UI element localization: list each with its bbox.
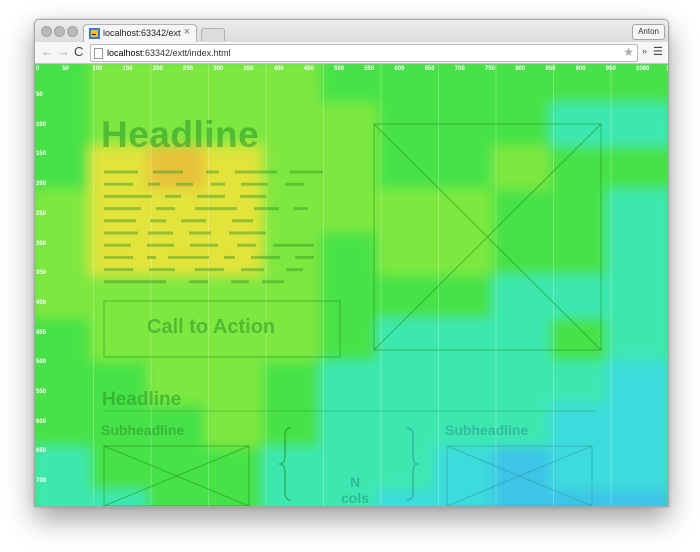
heatmap-cell: [607, 490, 668, 506]
x-tick-label: 700: [454, 66, 465, 72]
x-tick-label: 600: [394, 66, 405, 72]
x-tick-label: 0: [36, 66, 40, 72]
subheadline-right: Subheadline: [445, 422, 529, 438]
x-tick-label: 900: [575, 66, 586, 72]
heatmap-cell: [204, 490, 270, 506]
hero-headline: Headline: [101, 114, 260, 155]
forward-arrow-icon[interactable]: →: [57, 44, 70, 60]
zoom-window-button[interactable]: [67, 26, 78, 37]
tab-title: localhost:63342/extt/index: [103, 28, 181, 38]
new-tab-button[interactable]: [201, 28, 225, 41]
subheadline-left: Subheadline: [101, 422, 185, 438]
bookmark-star-icon[interactable]: ★: [623, 45, 634, 60]
page-viewport[interactable]: 0 50 100 150 200 250 300 350 400 450 500 550 600 650 7…: [35, 64, 668, 506]
y-tick-label: 700: [36, 478, 47, 485]
y-tick-label: 650: [36, 448, 47, 455]
url-text: localhost:63342/extt/index.html: [107, 46, 231, 60]
y-tick-label: 150: [36, 151, 47, 158]
x-tick-label: 350: [243, 66, 254, 72]
page-icon: [94, 48, 103, 59]
section-headline: Headline: [102, 389, 182, 410]
x-tick-label: 650: [424, 66, 435, 72]
x-tick-label: 50: [62, 66, 69, 72]
address-bar[interactable]: localhost:63342/extt/index.html ★: [90, 44, 638, 62]
x-tick-label: 400: [273, 66, 284, 72]
back-arrow-icon[interactable]: ←: [41, 44, 54, 60]
x-tick-label: 850: [545, 66, 556, 72]
menu-hamburger-icon[interactable]: ☰: [653, 45, 663, 58]
x-tick-label: 10: [666, 66, 668, 72]
minimize-window-button[interactable]: [54, 26, 65, 37]
heatmap-cell: [492, 490, 558, 506]
heatmap-cell: [35, 490, 98, 506]
y-tick-label: 200: [36, 181, 47, 188]
heatmap-cell: [147, 490, 213, 506]
y-tick-label: 350: [36, 270, 47, 277]
x-tick-label: 1000: [636, 66, 650, 72]
call-to-action-label[interactable]: Call to Action: [147, 316, 275, 339]
y-tick-label: 600: [36, 418, 47, 425]
heatmap-cell: [262, 490, 328, 506]
x-tick-label: 150: [122, 66, 133, 72]
n-cols-word: cols: [341, 490, 370, 506]
browser-toolbar: ← → C localhost:63342/extt/index.html ★ …: [35, 42, 668, 64]
y-tick-label: 100: [36, 121, 47, 128]
x-tick-label: 500: [334, 66, 345, 72]
x-tick-label: 800: [515, 66, 526, 72]
y-tick-label: 500: [36, 359, 47, 366]
title-bar: localhost:63342/extt/index × Anton: [35, 20, 668, 43]
close-window-button[interactable]: [41, 26, 52, 37]
y-tick-label: 550: [36, 389, 47, 395]
x-tick-label: 450: [303, 66, 314, 72]
x-tick-label: 100: [92, 66, 103, 72]
url-path: :63342/extt/index.html: [142, 48, 231, 58]
x-tick-label: 300: [213, 66, 224, 72]
extensions-overflow-icon[interactable]: »: [642, 46, 647, 56]
x-tick-label: 200: [152, 66, 163, 72]
heatmap-cell: [377, 490, 443, 506]
tab-close-icon[interactable]: ×: [184, 26, 190, 38]
y-tick-label: 300: [36, 240, 47, 247]
webstorm-favicon-icon: [89, 28, 100, 39]
browser-tab[interactable]: localhost:63342/extt/index ×: [83, 24, 197, 43]
n-cols-label: Ncols: [341, 474, 369, 506]
n-cols-n: N: [349, 474, 361, 490]
x-tick-label: 250: [183, 66, 194, 72]
y-tick-label: 400: [36, 299, 47, 306]
reload-icon[interactable]: C: [74, 44, 83, 60]
x-tick-label: 950: [605, 66, 616, 72]
y-tick-label: 450: [36, 329, 47, 336]
x-tick-label: 750: [485, 66, 496, 72]
x-tick-label: 550: [364, 66, 375, 72]
y-tick-label: 50: [36, 92, 43, 98]
y-tick-label: 250: [36, 210, 47, 217]
browser-window: localhost:63342/extt/index × Anton ← → C…: [34, 19, 669, 507]
url-host: localhost: [107, 48, 143, 58]
profile-button[interactable]: Anton: [632, 24, 665, 40]
